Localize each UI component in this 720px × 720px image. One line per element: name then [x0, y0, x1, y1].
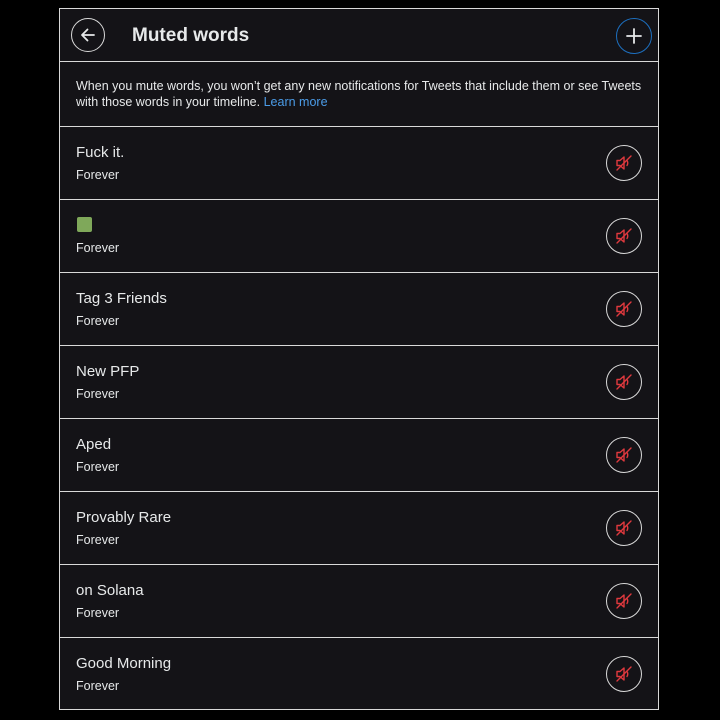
muted-word-text: Provably Rare: [76, 509, 172, 526]
back-button[interactable]: [71, 18, 105, 52]
page-title: Muted words: [132, 25, 250, 46]
arrow-left-icon: [81, 28, 95, 42]
description: When you mute words, you won’t get any n…: [60, 62, 658, 127]
muted-word-duration: Forever: [76, 387, 120, 401]
speaker-muted-icon: [616, 447, 632, 463]
muted-word-text: Fuck it.: [76, 144, 125, 161]
muted-word-duration: Forever: [76, 606, 120, 620]
speaker-muted-icon: [616, 666, 632, 682]
muted-word-row[interactable]: Good Morning Forever: [60, 638, 658, 711]
unmute-button[interactable]: [606, 510, 642, 546]
unmute-button[interactable]: [606, 583, 642, 619]
green-square-emoji: [77, 217, 92, 232]
unmute-button[interactable]: [606, 656, 642, 692]
muted-word-row[interactable]: Aped Forever: [60, 419, 658, 492]
muted-word-row[interactable]: Provably Rare Forever: [60, 492, 658, 565]
unmute-button[interactable]: [606, 291, 642, 327]
unmute-button[interactable]: [606, 364, 642, 400]
muted-word-text: New PFP: [76, 363, 140, 380]
unmute-button[interactable]: [606, 437, 642, 473]
header: Muted words: [60, 9, 658, 62]
muted-word-row[interactable]: Fuck it. Forever: [60, 127, 658, 200]
muted-word-row[interactable]: on Solana Forever: [60, 565, 658, 638]
muted-word-duration: Forever: [76, 168, 120, 182]
speaker-muted-icon: [616, 520, 632, 536]
muted-word-duration: Forever: [76, 460, 120, 474]
speaker-muted-icon: [616, 374, 632, 390]
muted-word-text: on Solana: [76, 582, 144, 599]
muted-word-row[interactable]: Forever: [60, 200, 658, 273]
speaker-muted-icon: [616, 228, 632, 244]
muted-word-duration: Forever: [76, 241, 120, 255]
muted-word-text: Tag 3 Friends: [76, 290, 167, 307]
muted-word-duration: Forever: [76, 533, 120, 547]
add-muted-word-button[interactable]: [616, 18, 652, 54]
speaker-muted-icon: [616, 301, 632, 317]
muted-words-list: Fuck it. Forever Forever Tag 3 Friends Forev…: [60, 127, 658, 711]
muted-word-duration: Forever: [76, 314, 120, 328]
muted-word-duration: Forever: [76, 679, 120, 693]
unmute-button[interactable]: [606, 218, 642, 254]
muted-word-row[interactable]: New PFP Forever: [60, 346, 658, 419]
unmute-button[interactable]: [606, 145, 642, 181]
muted-word-text: Aped: [76, 436, 112, 453]
speaker-muted-icon: [616, 155, 632, 171]
muted-words-panel: Muted words When you mute words, you won…: [59, 8, 659, 710]
muted-word-text: Good Morning: [76, 655, 172, 672]
plus-icon: [626, 28, 642, 44]
description-text: When you mute words, you won’t get any n…: [76, 79, 642, 109]
muted-word-row[interactable]: Tag 3 Friends Forever: [60, 273, 658, 346]
learn-more-link[interactable]: Learn more: [264, 95, 328, 109]
speaker-muted-icon: [616, 593, 632, 609]
